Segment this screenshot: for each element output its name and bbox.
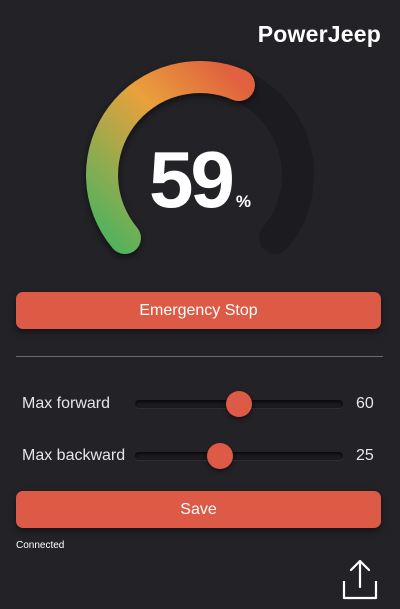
- speed-gauge: 59%: [0, 0, 400, 290]
- app-screen: PowerJeep 59% Emergency Stop Max forward: [0, 0, 400, 609]
- max-forward-label: Max forward: [22, 395, 111, 412]
- emergency-stop-button[interactable]: Emergency Stop: [16, 292, 381, 329]
- max-backward-slider-thumb[interactable]: [207, 443, 234, 469]
- max-backward-value: 25: [356, 447, 374, 464]
- divider: [16, 356, 383, 357]
- max-forward-slider-thumb[interactable]: [226, 391, 252, 417]
- gauge-fill-arc: [86, 61, 255, 254]
- max-backward-slider-track[interactable]: [135, 452, 343, 460]
- max-forward-row: Max forward 60: [0, 388, 400, 420]
- gauge-svg: [86, 61, 314, 254]
- connection-status: Connected: [16, 540, 65, 551]
- share-upload-icon[interactable]: [340, 557, 380, 601]
- max-forward-value: 60: [356, 395, 374, 412]
- max-backward-row: Max backward 25: [0, 440, 400, 472]
- save-button[interactable]: Save: [16, 491, 381, 528]
- share-upload-icon-svg: [342, 559, 378, 600]
- max-backward-label: Max backward: [22, 447, 126, 464]
